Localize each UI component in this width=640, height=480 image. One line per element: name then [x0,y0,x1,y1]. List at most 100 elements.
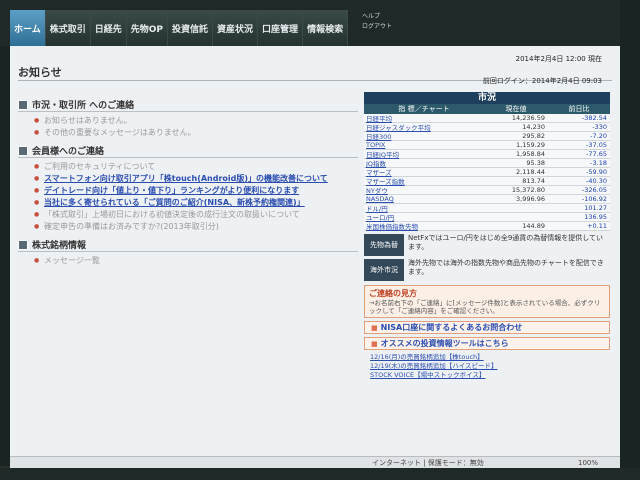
page-title: お知らせ [18,66,62,79]
section-heading: 市況・取引所 へのご連絡 [32,101,135,111]
notice-link[interactable]: 確定申告の準備はお済みですか?(2013年取引分) [34,221,358,232]
message-list-link[interactable]: メッセージ一覧 [34,255,358,266]
market-change: -37.05 [586,141,607,149]
market-change: -382.54 [581,114,607,122]
market-price: 2,118.44 [516,168,545,176]
browser-status-bar: インターネット | 保護モード：無効 100% [10,456,620,468]
market-row: ドル/円 101.27 [364,204,610,213]
tab-info-search[interactable]: 情報検索 [303,10,349,46]
main-content: 2014年2月4日 12:00 現在 お知らせ 前回ログイン：2014年2月4日… [10,46,620,456]
market-price: 813.74 [522,177,545,185]
market-row: TOPIX 1,159.29 -37.05 [364,141,610,150]
overseas-button[interactable]: 海外市況 [364,259,404,281]
help-link[interactable]: ヘルプ [362,12,392,22]
section-icon [18,145,28,156]
market-index-link[interactable]: 日経JQ平均 [364,150,484,159]
notice-column: 市況・取引所 へのご連絡 お知らせはありません。 その他の重要なメッセージはあり… [18,98,358,272]
security-zone: インターネット | 保護モード：無効 [372,458,484,467]
left-window-edge [0,46,10,466]
market-index-link[interactable]: NYダウ [364,186,484,195]
market-index-link[interactable]: 日経300 [364,132,484,141]
logout-link[interactable]: ログアウト [362,22,392,32]
market-row: 日経300 295.82 -7.20 [364,132,610,141]
section-market-notices: 市況・取引所 へのご連絡 お知らせはありません。 その他の重要なメッセージはあり… [18,98,358,138]
market-index-link[interactable]: 日経ジャスダック平均 [364,123,484,132]
market-change: -77.65 [586,150,607,158]
notice-link[interactable]: スマートフォン向け取引アプリ「株touch(Android版)」の機能改善につい… [34,173,358,184]
info-fx: 先物為替 NetFxではユーロ/円をはじめ全9通貨の為替情報を提供しています。 [364,234,610,256]
market-price [484,204,548,212]
market-index-link[interactable]: マザーズ [364,168,484,177]
tab-home[interactable]: ホーム [10,10,46,46]
tab-nikkei-futures[interactable]: 日経先 [90,10,127,46]
last-login: 前回ログイン：2014年2月4日 09:03 [482,77,602,85]
news-list: 12/16(月)の売買銘柄追加【株touch】 12/19(木)の売買銘柄追加【… [364,353,610,380]
market-change: +0.11 [587,222,607,230]
market-row: JQ指数 95.38 -3.18 [364,159,610,168]
market-index-link[interactable]: JQ指数 [364,159,484,168]
news-item[interactable]: 12/16(月)の売買銘柄追加【株touch】 [370,353,610,362]
market-change: 136.95 [584,213,607,221]
tab-stock-trade[interactable]: 株式取引 [45,10,91,46]
section-heading: 会員様へのご連絡 [32,147,105,157]
market-price: 15,372.80 [511,186,545,194]
market-rows: 日経平均 14,236.59 -382.54 日経ジャスダック平均 14,230 -330… [364,114,610,231]
section-icon [18,239,28,250]
market-price: 1,159.29 [516,141,545,149]
tab-account[interactable]: 口座管理 [258,10,304,46]
market-index-link[interactable]: NASDAQ [364,195,484,203]
market-row: NASDAQ 3,996.96 -106.92 [364,195,610,204]
right-window-edge [620,0,640,480]
news-item[interactable]: 12/19(木)の売買銘柄追加【ハイスピード】 [370,362,610,371]
tab-assets[interactable]: 資産状況 [213,10,259,46]
market-index-link[interactable]: マザーズ指数 [364,177,484,186]
section-stock-info: 株式銘柄情報 メッセージ一覧 [18,238,358,266]
nav-tabs: ホーム 株式取引 日経先 先物OP 投資信託 資産状況 口座管理 情報検索 [10,10,349,46]
market-change: -326.05 [581,186,607,194]
notice-item: その他の重要なメッセージはありません。 [34,127,358,138]
notice-link[interactable]: デイトレード向け「値上り・値下り」ランキングがより便利になります [34,185,358,196]
contact-guide: ご連絡の見方 →お名前右下の「ご連絡」に[メッセージ件数]と表示されている場合、… [364,285,610,318]
market-change: -330 [592,123,607,131]
market-price: 14,230 [522,123,545,131]
info-overseas: 海外市況 海外先物では海外の指数先物や商品先物のチャートを配信できます。 [364,259,610,281]
nav-extra-links: ヘルプ ログアウト [362,12,392,32]
market-panel: 市況 指 標／チャート 現在値 前日比 日経平均 14,236.59 -382.54… [364,92,610,380]
nisa-faq-link[interactable]: NISA口座に関するよくあるお問合わせ [364,321,610,334]
market-price: 14,236.59 [511,114,545,122]
market-row: NYダウ 15,372.80 -326.05 [364,186,610,195]
tab-investment-trust[interactable]: 投資信託 [168,10,214,46]
notice-link[interactable]: ご利用のセキュリティについて [34,161,358,172]
market-row: マザーズ指数 813.74 -40.30 [364,177,610,186]
top-navigation: ホーム 株式取引 日経先 先物OP 投資信託 資産状況 口座管理 情報検索 ヘル… [0,0,640,46]
tools-link[interactable]: オススメの投資情報ツールはこちら [364,337,610,350]
notice-item: お知らせはありません。 [34,115,358,126]
notice-link[interactable]: 「株式取引」上場初日における初値決定後の成行注文の取扱いについて [34,209,358,220]
section-heading: 株式銘柄情報 [32,241,87,251]
market-price: 3,996.96 [516,195,545,203]
market-index-link[interactable]: 米国株価指数先物 [364,222,484,231]
market-change: -40.30 [586,177,607,185]
market-title: 市況 [364,92,610,104]
market-price: 1,958.84 [516,150,545,158]
section-icon [18,99,28,110]
taskbar [0,468,640,480]
market-index-link[interactable]: TOPIX [364,141,484,149]
market-row: 米国株価指数先物 144.89 +0.11 [364,222,610,231]
market-price: 295.82 [522,132,545,140]
market-row: 日経ジャスダック平均 14,230 -330 [364,123,610,132]
market-change: -7.20 [590,132,607,140]
market-index-link[interactable]: ドル/円 [364,204,484,213]
zoom-level[interactable]: 100% [578,459,598,467]
notice-link[interactable]: 当社に多く寄せられている「ご質問のご紹介(NISA、新株予約権関連)」 [34,197,358,208]
market-index-link[interactable]: ユーロ/円 [364,213,484,222]
fx-button[interactable]: 先物為替 [364,234,404,256]
section-member-notices: 会員様へのご連絡 ご利用のセキュリティについて スマートフォン向け取引アプリ「株… [18,144,358,232]
tab-futures-op[interactable]: 先物OP [126,10,169,46]
market-price: 95.38 [526,159,545,167]
market-index-link[interactable]: 日経平均 [364,114,484,123]
market-change: -106.92 [581,195,607,203]
current-date: 2014年2月4日 12:00 現在 [515,55,602,63]
market-change: -3.18 [590,159,607,167]
news-item[interactable]: STOCK VOICE【場中ストックボイス】 [370,371,610,380]
